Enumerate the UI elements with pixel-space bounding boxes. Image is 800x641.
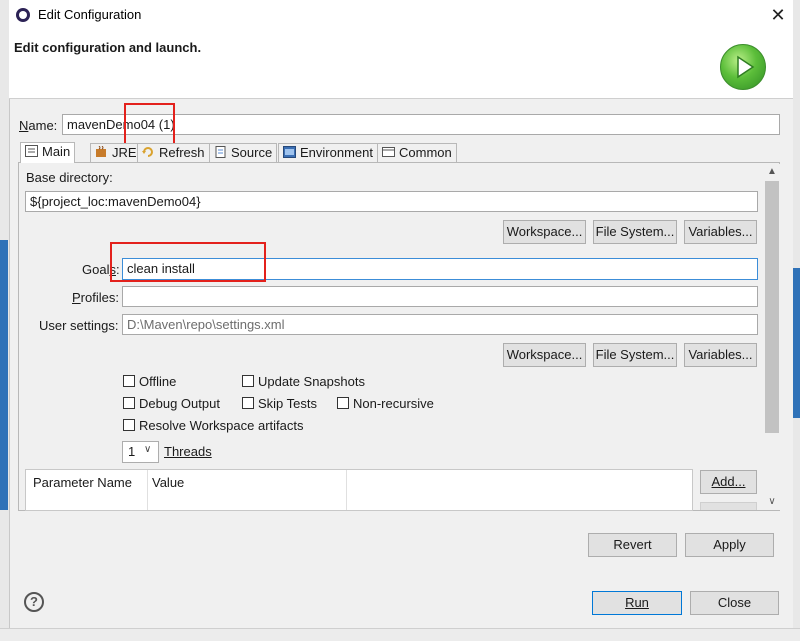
scroll-down-icon[interactable]: ∨	[764, 494, 780, 510]
update-snapshots-label: Update Snapshots	[258, 374, 365, 389]
threads-select[interactable]: 1 ∨	[122, 441, 159, 463]
refresh-icon	[142, 146, 155, 158]
profiles-label: Profiles:	[72, 290, 119, 305]
column-separator	[147, 470, 148, 510]
add-parameter-button-label: Add...	[711, 474, 746, 489]
column-separator	[346, 470, 347, 510]
close-button[interactable]: Close	[690, 591, 779, 615]
run-icon	[720, 44, 766, 90]
help-icon[interactable]: ?	[24, 592, 44, 612]
profiles-field[interactable]	[122, 286, 758, 307]
filesystem-button-1-label: File System...	[595, 224, 675, 239]
update-snapshots-checkbox[interactable]	[242, 375, 254, 387]
run-button-label: Run	[625, 595, 649, 610]
background-editor-left	[0, 240, 8, 510]
close-window-button[interactable]: ✕	[764, 2, 792, 28]
apply-button-label: Apply	[713, 537, 746, 552]
resolve-workspace-checkbox[interactable]	[123, 419, 135, 431]
skip-tests-checkbox[interactable]	[242, 397, 254, 409]
variables-button-1[interactable]: Variables...	[684, 220, 757, 244]
non-recursive-label: Non-recursive	[353, 396, 434, 411]
base-directory-field[interactable]: ${project_loc:mavenDemo04}	[25, 191, 758, 212]
resolve-workspace-label: Resolve Workspace artifacts	[139, 418, 304, 433]
close-button-label: Close	[717, 595, 752, 610]
run-button[interactable]: Run	[592, 591, 682, 615]
base-directory-label: Base directory:	[26, 170, 113, 185]
partially-hidden-button	[700, 502, 757, 510]
filesystem-button-2-label: File System...	[595, 347, 675, 362]
window-title: Edit Configuration	[38, 7, 142, 22]
tab-main[interactable]: Main	[20, 142, 76, 163]
main-tab-icon	[25, 145, 38, 157]
workspace-button-1-label: Workspace...	[506, 224, 583, 239]
tab-refresh-label: Refresh	[159, 145, 205, 160]
revert-button-label: Revert	[613, 537, 652, 552]
filesystem-button-1[interactable]: File System...	[593, 220, 677, 244]
tab-jre[interactable]: JRE	[90, 143, 142, 162]
offline-label: Offline	[139, 374, 177, 389]
tab-source[interactable]: Source	[209, 143, 278, 162]
name-label: Name:	[19, 118, 58, 133]
chevron-down-icon: ∨	[144, 444, 152, 455]
scrollbar-thumb[interactable]	[765, 181, 779, 433]
variables-button-2[interactable]: Variables...	[684, 343, 757, 367]
background-console	[0, 628, 800, 641]
highlight-annotation-name	[124, 103, 175, 145]
variables-button-1-label: Variables...	[688, 224, 753, 239]
workspace-button-2-label: Workspace...	[506, 347, 583, 362]
table-header-parameter-name: Parameter Name	[33, 475, 132, 490]
eclipse-icon	[16, 8, 30, 22]
revert-button[interactable]: Revert	[588, 533, 677, 557]
source-icon	[214, 146, 227, 158]
offline-checkbox[interactable]	[123, 375, 135, 387]
debug-output-label: Debug Output	[139, 396, 220, 411]
banner-title: Edit configuration and launch.	[14, 40, 202, 55]
user-settings-label: User settings:	[39, 318, 119, 333]
user-settings-field[interactable]: D:\Maven\repo\settings.xml	[122, 314, 758, 335]
workspace-button-2[interactable]: Workspace...	[503, 343, 586, 367]
variables-button-2-label: Variables...	[688, 347, 753, 362]
tab-refresh[interactable]: Refresh	[137, 143, 210, 162]
tab-main-label: Main	[42, 144, 71, 159]
debug-output-checkbox[interactable]	[123, 397, 135, 409]
workspace-button-1[interactable]: Workspace...	[503, 220, 586, 244]
highlight-annotation-goals	[110, 242, 266, 282]
tab-common-label: Common	[399, 145, 452, 160]
apply-button[interactable]: Apply	[685, 533, 774, 557]
background-editor-right	[793, 268, 800, 418]
scroll-up-icon[interactable]: ▲	[764, 164, 780, 180]
common-icon	[382, 146, 395, 158]
tab-jre-label: JRE	[112, 145, 137, 160]
tab-common[interactable]: Common	[377, 143, 457, 162]
tab-source-label: Source	[231, 145, 273, 160]
add-parameter-button[interactable]: Add...	[700, 470, 757, 494]
table-header-value: Value	[152, 475, 185, 490]
filesystem-button-2[interactable]: File System...	[593, 343, 677, 367]
non-recursive-checkbox[interactable]	[337, 397, 349, 409]
tab-environment-label: Environment	[300, 145, 373, 160]
environment-icon	[283, 146, 296, 158]
threads-label: Threads	[164, 444, 212, 459]
tab-environment[interactable]: Environment	[278, 143, 378, 162]
threads-value: 1	[128, 444, 136, 459]
skip-tests-label: Skip Tests	[258, 396, 318, 411]
jre-icon	[95, 145, 108, 158]
